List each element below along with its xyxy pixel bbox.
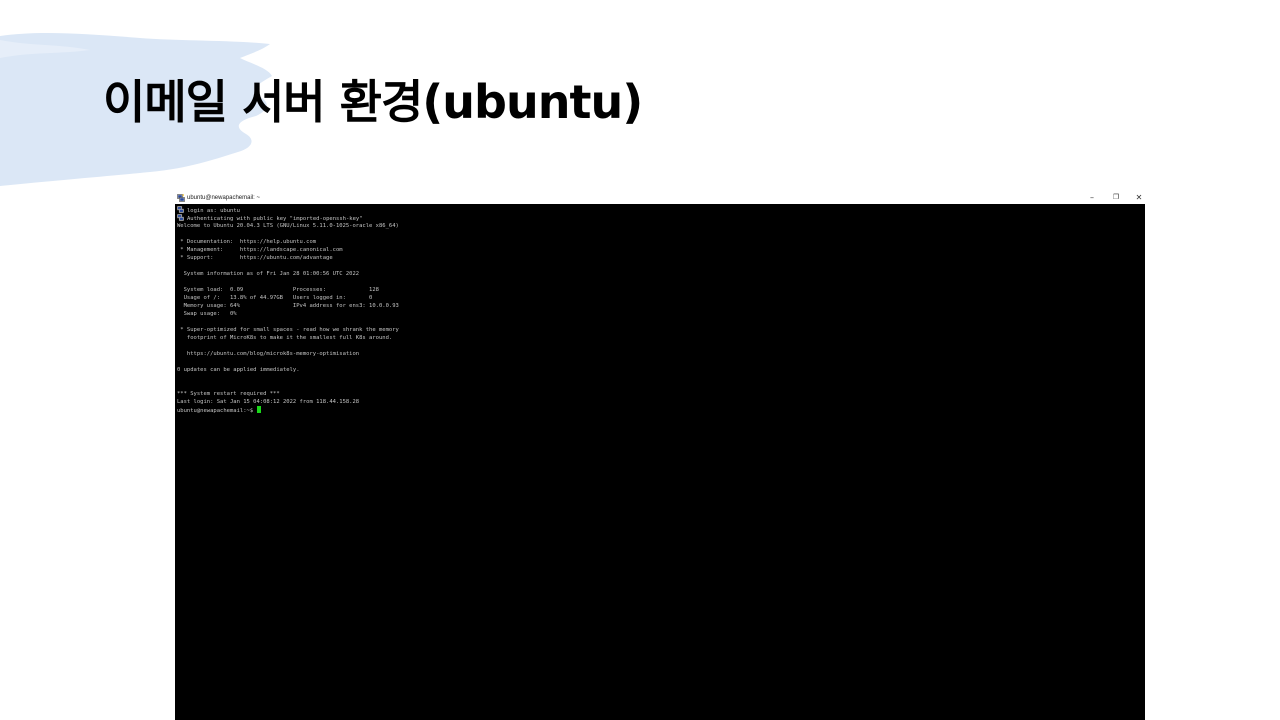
window-titlebar[interactable]: ubuntu@newapachemail: ~ – ❐ ✕ bbox=[175, 191, 1145, 204]
close-button[interactable]: ✕ bbox=[1128, 191, 1145, 204]
terminal-line: Welcome to Ubuntu 20.04.3 LTS (GNU/Linux… bbox=[177, 223, 399, 229]
terminal-line: Memory usage: 64% IPv4 address for ens3:… bbox=[177, 303, 399, 309]
minimize-button[interactable]: – bbox=[1081, 191, 1103, 204]
putty-terminal-window[interactable]: ubuntu@newapachemail: ~ – ❐ ✕ login as: … bbox=[175, 191, 1145, 720]
terminal-line: *** System restart required *** bbox=[177, 391, 280, 397]
restore-button[interactable]: ❐ bbox=[1105, 191, 1127, 204]
terminal-line: System information as of Fri Jan 28 01:0… bbox=[177, 271, 360, 277]
putty-icon bbox=[177, 194, 185, 202]
terminal-cursor bbox=[257, 406, 262, 413]
terminal-line: Usage of /: 13.8% of 44.97GB Users logge… bbox=[177, 295, 373, 301]
terminal-line: * Management: https://landscape.canonica… bbox=[177, 247, 343, 253]
putty-icon bbox=[177, 214, 184, 221]
terminal-screen[interactable]: login as: ubuntu Authenticating with pub… bbox=[175, 204, 1145, 720]
terminal-line: * Support: https://ubuntu.com/advantage bbox=[177, 255, 333, 261]
putty-icon bbox=[177, 206, 184, 213]
presentation-slide: 이메일 서버 환경(ubuntu) ubuntu@newapachemail: … bbox=[0, 0, 1280, 720]
terminal-line: * Super-optimized for small spaces - rea… bbox=[177, 327, 399, 333]
terminal-line: footprint of MicroK8s to make it the sma… bbox=[177, 335, 393, 341]
terminal-line: https://ubuntu.com/blog/microk8s-memory-… bbox=[177, 351, 360, 357]
terminal-line: * Documentation: https://help.ubuntu.com bbox=[177, 239, 317, 245]
terminal-line: login as: ubuntu bbox=[177, 206, 240, 214]
terminal-line: System load: 0.09 Processes: 128 bbox=[177, 287, 379, 293]
terminal-line: Last login: Sat Jan 15 04:08:12 2022 fro… bbox=[177, 399, 360, 405]
terminal-line: Swap usage: 0% bbox=[177, 311, 237, 317]
terminal-prompt-line[interactable]: ubuntu@newapachemail:~$ bbox=[177, 406, 262, 414]
terminal-line: Authenticating with public key "imported… bbox=[177, 214, 363, 222]
terminal-line: 0 updates can be applied immediately. bbox=[177, 367, 300, 373]
window-title: ubuntu@newapachemail: ~ bbox=[187, 195, 260, 201]
page-title: 이메일 서버 환경(ubuntu) bbox=[103, 75, 643, 129]
shell-prompt: ubuntu@newapachemail:~$ bbox=[177, 408, 257, 414]
